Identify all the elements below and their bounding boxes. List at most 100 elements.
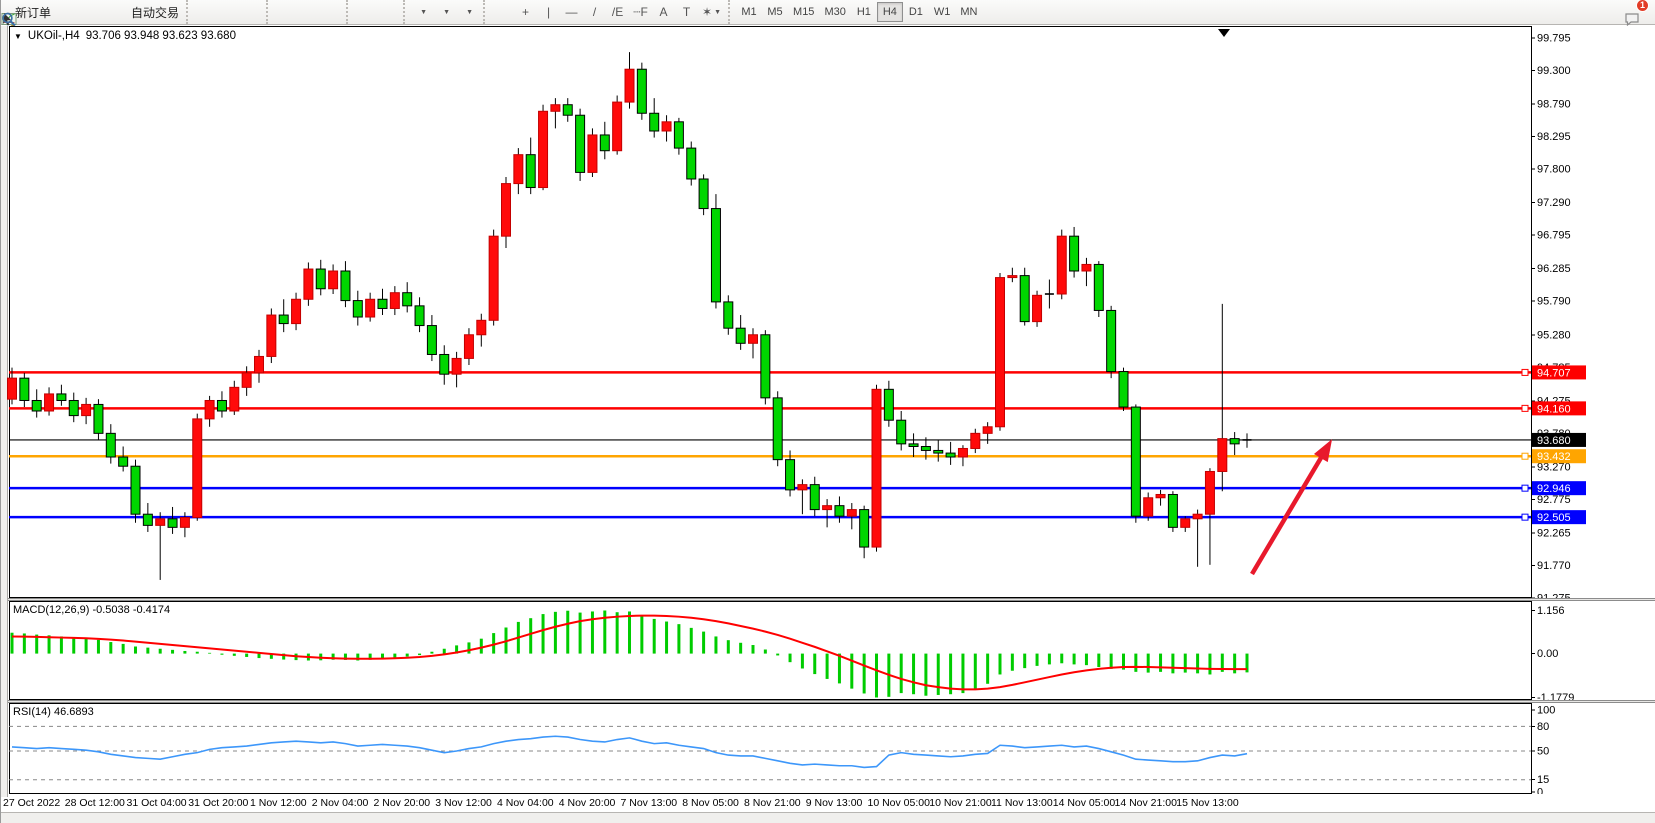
candle-body (131, 466, 140, 514)
templates-button[interactable]: ▼ (457, 2, 480, 23)
time-axis[interactable]: 27 Oct 202228 Oct 12:0031 Oct 04:0031 Oc… (1, 797, 1655, 813)
rsi-axis-label: 0 (1537, 787, 1543, 795)
macd-panel[interactable]: 1.1560.00-1.1779 (1, 601, 1655, 700)
vertical-line-tool-icon: | (547, 6, 550, 18)
candle-body (168, 519, 177, 528)
chevron-down-icon: ▼ (714, 9, 721, 16)
chart-shift-button[interactable] (377, 2, 400, 23)
candle-body (749, 335, 758, 344)
candle-body (1181, 519, 1190, 528)
timeframe-h4-button[interactable]: H4 (877, 2, 903, 22)
candle-body (711, 209, 720, 302)
candle-body (1082, 264, 1091, 271)
candle-body (1008, 276, 1017, 278)
candle-body (279, 315, 288, 324)
candle-body (539, 111, 548, 187)
fibonacci-tool[interactable]: ┈F (629, 2, 652, 23)
timeframe-d1-button[interactable]: D1 (903, 2, 929, 22)
new-chart-button[interactable]: ▼ (411, 2, 434, 23)
main-plot-frame (10, 27, 1532, 598)
time-axis-label: 7 Nov 13:00 (621, 797, 678, 809)
price-tick-label: 97.290 (1537, 197, 1571, 209)
candle-body (1230, 439, 1239, 444)
price-line-badge-label: 94.707 (1537, 367, 1571, 379)
line-chart-button[interactable] (240, 2, 263, 23)
zoom-out-button[interactable] (297, 2, 320, 23)
text-tool[interactable]: A (652, 2, 675, 23)
candle-body (551, 105, 560, 112)
chart-title: ▼ UKOil-,H4 93.706 93.948 93.623 93.680 (14, 30, 236, 42)
search-button[interactable] (1599, 2, 1622, 23)
symbol-dropdown-icon[interactable]: ▼ (14, 32, 22, 41)
macd-axis-label: 0.00 (1537, 648, 1558, 660)
equidistant-channel-tool[interactable]: /E (606, 2, 629, 23)
candle-body (637, 69, 646, 113)
crosshair-tool[interactable]: + (514, 2, 537, 23)
candle-body (329, 271, 338, 289)
terminal-icon[interactable] (78, 2, 101, 23)
toolbar-group-scroll (346, 0, 400, 24)
status-bar (1, 812, 1655, 823)
new-order-button[interactable]: 新订单 (11, 2, 55, 23)
timeframe-m15-button[interactable]: M15 (788, 2, 819, 22)
fibonacci-tool-icon: ┈F (633, 6, 648, 18)
zoom-in-button[interactable] (274, 2, 297, 23)
arrows-tool[interactable]: ✶▼ (698, 2, 725, 23)
line-anchor-marker (1522, 485, 1528, 491)
candle-body (1218, 439, 1227, 472)
candle-body (810, 485, 819, 510)
time-axis-label: 2 Nov 20:00 (374, 797, 431, 809)
candle-body (217, 400, 226, 411)
candle-body (1205, 471, 1214, 514)
auto-scroll-button[interactable] (354, 2, 377, 23)
market-watch-icon[interactable] (55, 2, 78, 23)
candle-body (600, 135, 609, 151)
candle-body (57, 394, 66, 401)
bar-chart-button[interactable] (194, 2, 217, 23)
vertical-line-tool[interactable]: | (537, 2, 560, 23)
candle-body (823, 506, 832, 510)
candle-body (674, 122, 683, 148)
mt4-window: 新订单 自动交易 ▼ ▼ ▼ + | — (0, 0, 1655, 823)
signal-icon-button[interactable] (101, 2, 124, 23)
candle-body (909, 444, 918, 447)
cursor-tool[interactable] (491, 2, 514, 23)
timeframe-mn-button[interactable]: MN (955, 2, 982, 22)
toolbar: 新订单 自动交易 ▼ ▼ ▼ + | — (1, 0, 1655, 25)
candle-body (143, 514, 152, 525)
chevron-down-icon: ▼ (420, 9, 427, 16)
time-axis-label: 4 Nov 04:00 (497, 797, 554, 809)
candle-body (699, 179, 708, 209)
candle-body (230, 387, 239, 411)
candle-body (662, 122, 671, 131)
macd-axis-label: 1.156 (1537, 605, 1565, 617)
text-label-tool[interactable]: T (675, 2, 698, 23)
candle-body (119, 457, 128, 466)
periods-button[interactable]: ▼ (434, 2, 457, 23)
candle-body (1070, 236, 1079, 271)
candle-body (576, 115, 585, 172)
rsi-panel[interactable]: 1008050150 (1, 703, 1655, 794)
notifications-button[interactable]: 1 (1623, 2, 1646, 23)
main-price-chart[interactable]: 99.79599.30098.79098.29597.80097.29096.7… (1, 26, 1655, 598)
candle-body (193, 419, 202, 518)
timeframe-m5-button[interactable]: M5 (762, 2, 788, 22)
auto-trading-button[interactable]: 自动交易 (124, 2, 183, 23)
chevron-down-icon: ▼ (466, 9, 473, 16)
timeframe-m1-button[interactable]: M1 (736, 2, 762, 22)
chart-window: 99.79599.30098.79098.29597.80097.29096.7… (1, 26, 1655, 812)
candlestick-chart-button[interactable] (217, 2, 240, 23)
trendline-tool[interactable]: / (583, 2, 606, 23)
candle-body (32, 400, 41, 411)
time-axis-label: 1 Nov 12:00 (250, 797, 307, 809)
candle-body (761, 335, 770, 398)
tile-windows-button[interactable] (320, 2, 343, 23)
time-axis-label: 9 Nov 13:00 (806, 797, 863, 809)
candle-body (403, 293, 412, 306)
timeframe-m30-button[interactable]: M30 (819, 2, 850, 22)
horizontal-line-tool[interactable]: — (560, 2, 583, 23)
timeframe-w1-button[interactable]: W1 (929, 2, 956, 22)
time-axis-label: 10 Nov 05:00 (868, 797, 930, 809)
candle-body (588, 135, 597, 172)
timeframe-h1-button[interactable]: H1 (851, 2, 877, 22)
